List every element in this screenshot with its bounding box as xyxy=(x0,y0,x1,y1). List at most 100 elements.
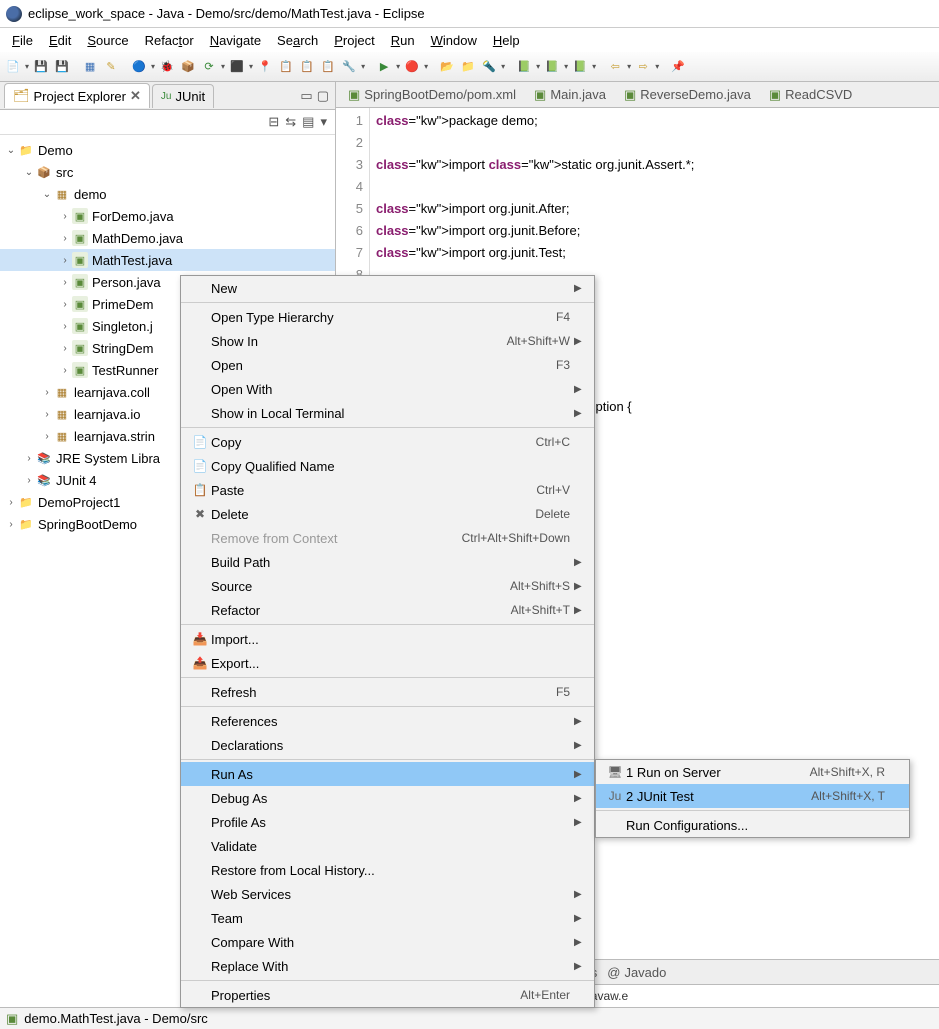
new-class-icon[interactable]: 📗 xyxy=(515,58,533,76)
menu-item[interactable]: 📄CopyCtrl+C xyxy=(181,430,594,454)
close-icon[interactable]: ✕ xyxy=(130,88,141,104)
menu-item[interactable]: Profile As▶ xyxy=(181,810,594,834)
caret-icon[interactable]: › xyxy=(4,519,18,530)
menu-source[interactable]: Source xyxy=(79,30,136,51)
relaunch-icon[interactable]: 📍 xyxy=(256,58,274,76)
cfg3-icon[interactable]: 📋 xyxy=(319,58,337,76)
caret-icon[interactable]: › xyxy=(58,343,72,354)
caret-icon[interactable]: ⌄ xyxy=(4,145,18,156)
stop-icon[interactable]: ⬛ xyxy=(228,58,246,76)
view-menu-icon[interactable]: ▾ xyxy=(320,114,327,130)
menu-navigate[interactable]: Navigate xyxy=(202,30,269,51)
open-task-icon[interactable]: 📁 xyxy=(459,58,477,76)
tree-item[interactable]: ⌄📁Demo xyxy=(0,139,335,161)
menu-run[interactable]: Run xyxy=(383,30,423,51)
caret-icon[interactable]: › xyxy=(22,453,36,464)
menu-item[interactable]: OpenF3 xyxy=(181,353,594,377)
run-icon[interactable]: ▶ xyxy=(375,58,393,76)
back-icon[interactable]: ⇦ xyxy=(606,58,624,76)
menu-item[interactable]: PropertiesAlt+Enter xyxy=(181,983,594,1007)
caret-icon[interactable]: › xyxy=(58,321,72,332)
menu-edit[interactable]: Edit xyxy=(41,30,79,51)
context-menu[interactable]: New▶Open Type HierarchyF4Show InAlt+Shif… xyxy=(180,275,595,1008)
menu-help[interactable]: Help xyxy=(485,30,528,51)
menu-item[interactable]: 📄Copy Qualified Name xyxy=(181,454,594,478)
bottom-tab[interactable]: @Javado xyxy=(607,965,666,980)
menu-item[interactable]: 📥Import... xyxy=(181,627,594,651)
menu-item[interactable]: Run As▶ xyxy=(181,762,594,786)
debug-icon[interactable]: 🐞 xyxy=(158,58,176,76)
menu-item[interactable]: Declarations▶ xyxy=(181,733,594,757)
menu-item[interactable]: Compare With▶ xyxy=(181,930,594,954)
focus-icon[interactable]: ▤ xyxy=(302,114,314,130)
minimize-icon[interactable]: ▭ xyxy=(300,88,312,104)
new-icon[interactable]: 📄 xyxy=(4,58,22,76)
caret-icon[interactable]: › xyxy=(58,299,72,310)
caret-icon[interactable]: ⌄ xyxy=(40,189,54,200)
tree-item[interactable]: ›▣ForDemo.java xyxy=(0,205,335,227)
tree-item[interactable]: ›▣MathTest.java xyxy=(0,249,335,271)
menu-item[interactable]: Restore from Local History... xyxy=(181,858,594,882)
caret-icon[interactable]: › xyxy=(4,497,18,508)
pkg-new-icon[interactable]: 📦 xyxy=(179,58,197,76)
new-pkg-icon[interactable]: 📗 xyxy=(543,58,561,76)
menu-search[interactable]: Search xyxy=(269,30,326,51)
pin-icon[interactable]: 📌 xyxy=(669,58,687,76)
tree-item[interactable]: ⌄📦src xyxy=(0,161,335,183)
menu-item[interactable]: 📋PasteCtrl+V xyxy=(181,478,594,502)
caret-icon[interactable]: › xyxy=(58,233,72,244)
run-last-icon[interactable]: 🔴 xyxy=(403,58,421,76)
menu-window[interactable]: Window xyxy=(423,30,485,51)
editor-tab[interactable]: ▣Main.java xyxy=(526,84,614,106)
save-all-icon[interactable]: 💾 xyxy=(53,58,71,76)
forward-icon[interactable]: ⇨ xyxy=(634,58,652,76)
skip-icon[interactable]: ✎ xyxy=(102,58,120,76)
menu-item[interactable]: Debug As▶ xyxy=(181,786,594,810)
caret-icon[interactable]: › xyxy=(58,211,72,222)
menu-item[interactable]: Replace With▶ xyxy=(181,954,594,978)
menu-item[interactable]: Open With▶ xyxy=(181,377,594,401)
menu-item[interactable]: ✖DeleteDelete xyxy=(181,502,594,526)
caret-icon[interactable]: › xyxy=(22,475,36,486)
menu-item[interactable]: RefreshF5 xyxy=(181,680,594,704)
chrome-icon[interactable]: 🔵 xyxy=(130,58,148,76)
toggle-icon[interactable]: ▦ xyxy=(81,58,99,76)
menu-item[interactable]: Build Path▶ xyxy=(181,550,594,574)
refresh-icon[interactable]: ⟳ xyxy=(200,58,218,76)
caret-icon[interactable]: › xyxy=(58,365,72,376)
collapse-all-icon[interactable]: ⊟ xyxy=(268,114,279,130)
caret-icon[interactable]: › xyxy=(58,277,72,288)
menu-item[interactable]: Ju2 JUnit TestAlt+Shift+X, T xyxy=(596,784,909,808)
run-as-submenu[interactable]: 🖥1 Run on ServerAlt+Shift+X, RJu2 JUnit … xyxy=(595,759,910,838)
caret-icon[interactable]: › xyxy=(40,431,54,442)
wrench-icon[interactable]: 🔧 xyxy=(340,58,358,76)
menu-item[interactable]: References▶ xyxy=(181,709,594,733)
caret-icon[interactable]: ⌄ xyxy=(22,167,36,178)
link-icon[interactable]: ⇆ xyxy=(285,114,296,130)
menu-item[interactable]: Run Configurations... xyxy=(596,813,909,837)
menu-item[interactable]: Web Services▶ xyxy=(181,882,594,906)
menu-item[interactable]: RefactorAlt+Shift+T▶ xyxy=(181,598,594,622)
editor-tab[interactable]: ▣ReadCSVD xyxy=(761,84,861,106)
menu-item[interactable]: Show InAlt+Shift+W▶ xyxy=(181,329,594,353)
editor-tab[interactable]: ▣SpringBootDemo/pom.xml xyxy=(340,84,524,106)
save-icon[interactable]: 💾 xyxy=(32,58,50,76)
editor-tab[interactable]: ▣ReverseDemo.java xyxy=(616,84,759,106)
caret-icon[interactable]: › xyxy=(40,387,54,398)
tab-junit[interactable]: Ju JUnit xyxy=(152,84,214,108)
menu-project[interactable]: Project xyxy=(326,30,382,51)
caret-icon[interactable]: › xyxy=(58,255,72,266)
menu-item[interactable]: 📤Export... xyxy=(181,651,594,675)
menu-item[interactable]: Open Type HierarchyF4 xyxy=(181,305,594,329)
menu-item[interactable]: 🖥1 Run on ServerAlt+Shift+X, R xyxy=(596,760,909,784)
menu-item[interactable]: Remove from ContextCtrl+Alt+Shift+Down xyxy=(181,526,594,550)
new-src-icon[interactable]: 📗 xyxy=(571,58,589,76)
tree-item[interactable]: ›▣MathDemo.java xyxy=(0,227,335,249)
cfg2-icon[interactable]: 📋 xyxy=(298,58,316,76)
menu-file[interactable]: File xyxy=(4,30,41,51)
tab-project-explorer[interactable]: 🗂 Project Explorer ✕ xyxy=(4,83,150,108)
search-icon[interactable]: 🔦 xyxy=(480,58,498,76)
menu-item[interactable]: Show in Local Terminal▶ xyxy=(181,401,594,425)
menu-item[interactable]: Team▶ xyxy=(181,906,594,930)
menu-item[interactable]: Validate xyxy=(181,834,594,858)
